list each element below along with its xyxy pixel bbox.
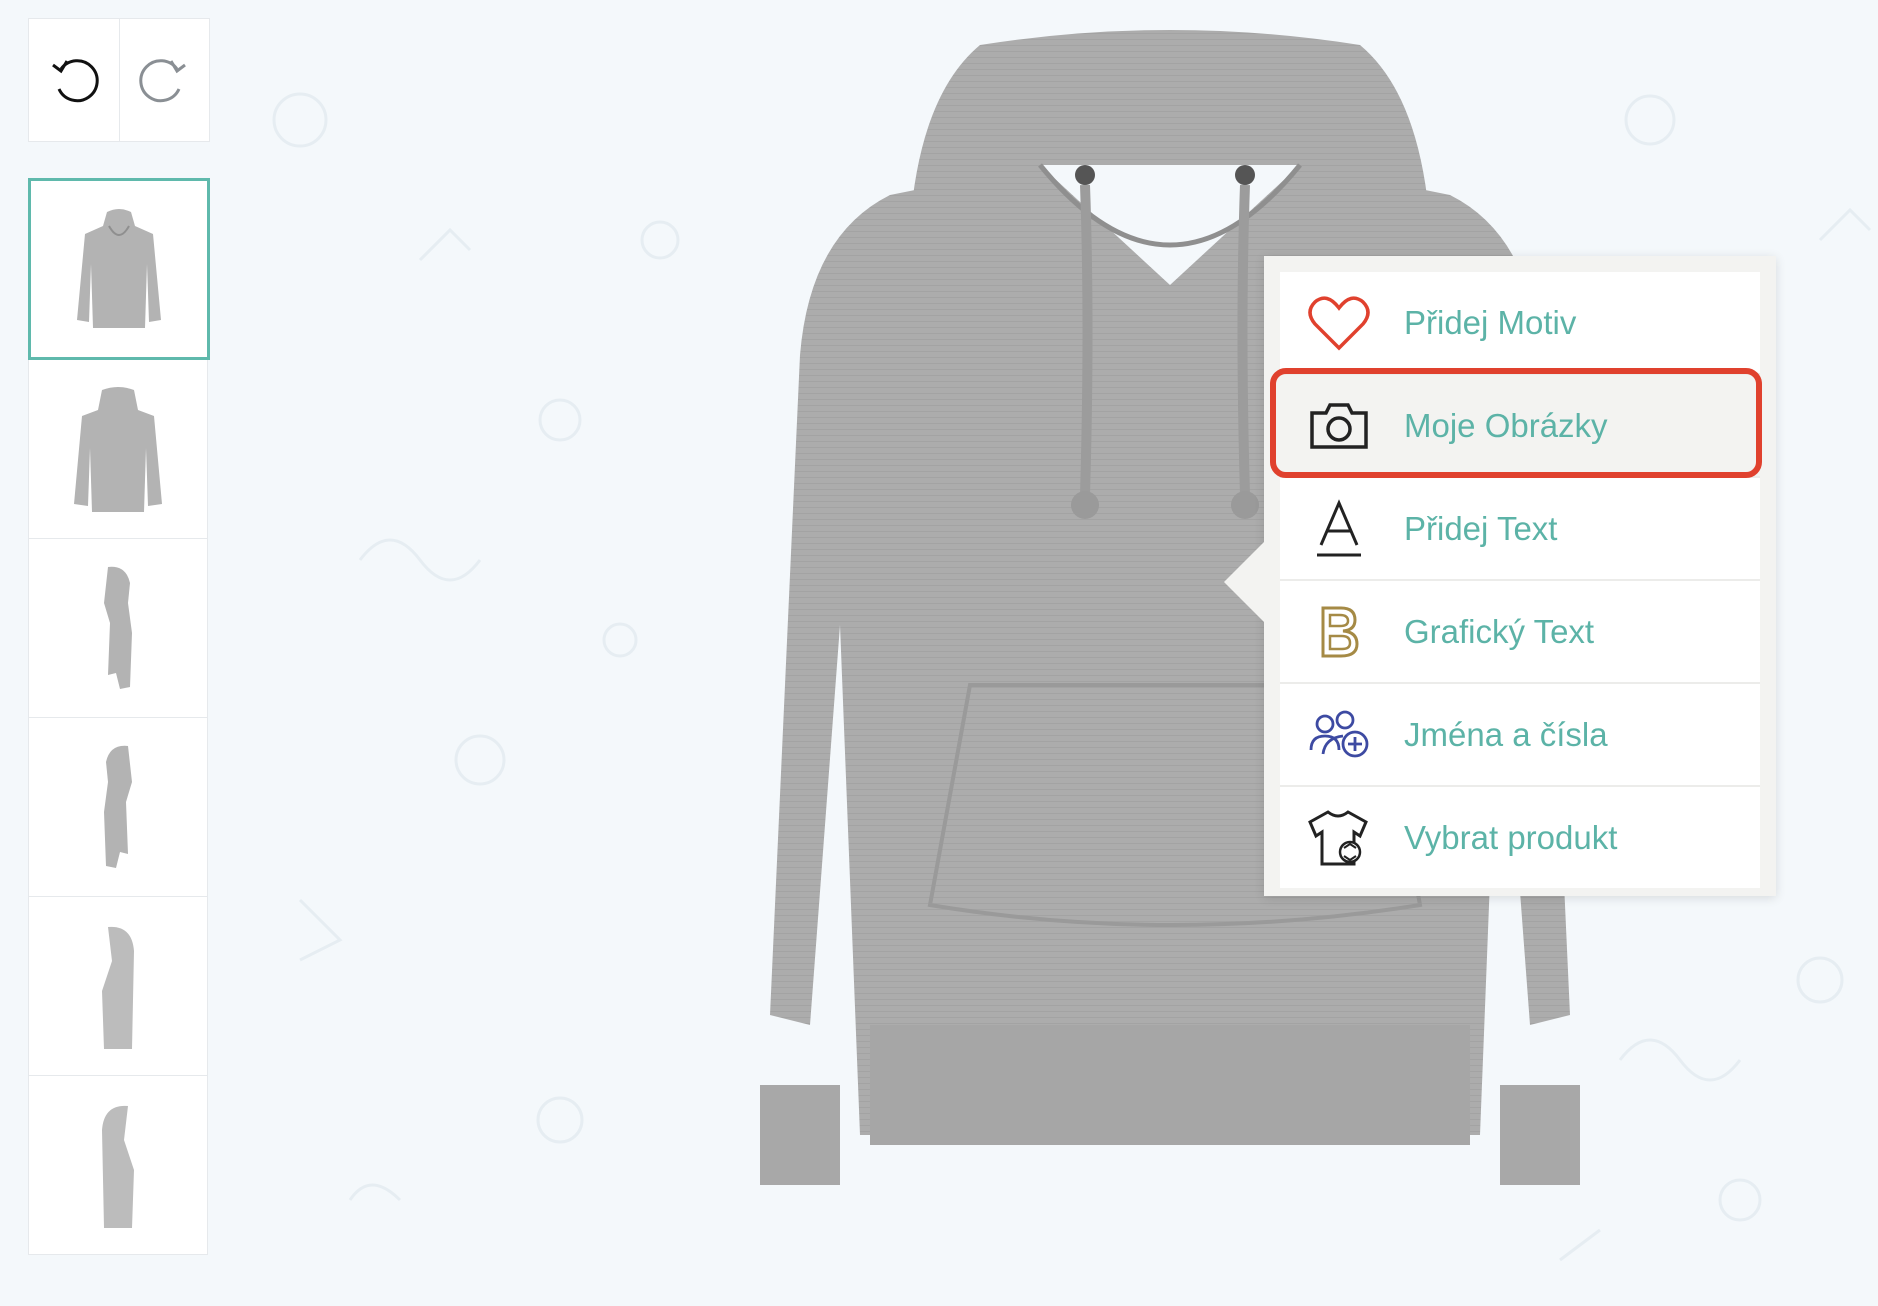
menu-pointer — [1224, 542, 1264, 622]
menu-item-label: Přidej Motiv — [1404, 303, 1577, 341]
menu-item-label: Jména a čísla — [1404, 715, 1608, 753]
menu-item-label: Grafický Text — [1404, 612, 1595, 650]
view-thumb-back[interactable] — [28, 360, 208, 539]
undo-icon — [51, 59, 99, 103]
graphic-b-icon — [1321, 606, 1359, 657]
view-thumb-left-side[interactable] — [28, 718, 208, 897]
hoodie-left-side-thumbnail — [104, 745, 132, 868]
view-thumb-right-sleeve[interactable] — [28, 897, 208, 1076]
menu-item-label: Přidej Text — [1404, 509, 1558, 547]
text-a-icon — [1317, 498, 1361, 556]
menu-item-add-text[interactable]: Přidej Text — [1280, 478, 1760, 579]
menu-item-names-numbers[interactable]: Jména a čísla — [1280, 684, 1760, 785]
menu-item-label: Moje Obrázky — [1404, 406, 1608, 444]
menu-item-choose-product[interactable]: Vybrat produkt — [1280, 787, 1760, 888]
hoodie-right-side-thumbnail — [104, 566, 132, 689]
redo-icon — [139, 59, 187, 103]
view-thumb-left-sleeve[interactable] — [28, 1076, 208, 1255]
hoodie-front-thumbnail — [77, 209, 161, 328]
view-thumb-front[interactable] — [28, 178, 210, 360]
menu-item-add-motif[interactable]: Přidej Motiv — [1280, 272, 1760, 373]
names-numbers-icon — [1309, 710, 1369, 757]
hoodie-left-sleeve-thumbnail — [102, 1105, 134, 1228]
camera-icon — [1310, 402, 1368, 449]
design-menu: Přidej Motiv Moje Obrázky Přidej Text Gr… — [1224, 256, 1776, 896]
hoodie-back-thumbnail — [74, 387, 162, 512]
menu-item-my-images[interactable]: Moje Obrázky — [1280, 375, 1760, 476]
menu-item-label: Vybrat produkt — [1404, 818, 1618, 856]
heart-icon — [1308, 295, 1370, 350]
redo-button[interactable] — [118, 19, 210, 141]
hoodie-right-sleeve-thumbnail — [102, 926, 134, 1049]
view-thumbnails — [28, 178, 210, 1255]
undo-button[interactable] — [29, 19, 119, 141]
history-toolbar — [28, 18, 210, 142]
view-thumb-right-side[interactable] — [28, 539, 208, 718]
change-product-icon — [1308, 809, 1368, 865]
menu-item-graphic-text[interactable]: Grafický Text — [1280, 581, 1760, 682]
